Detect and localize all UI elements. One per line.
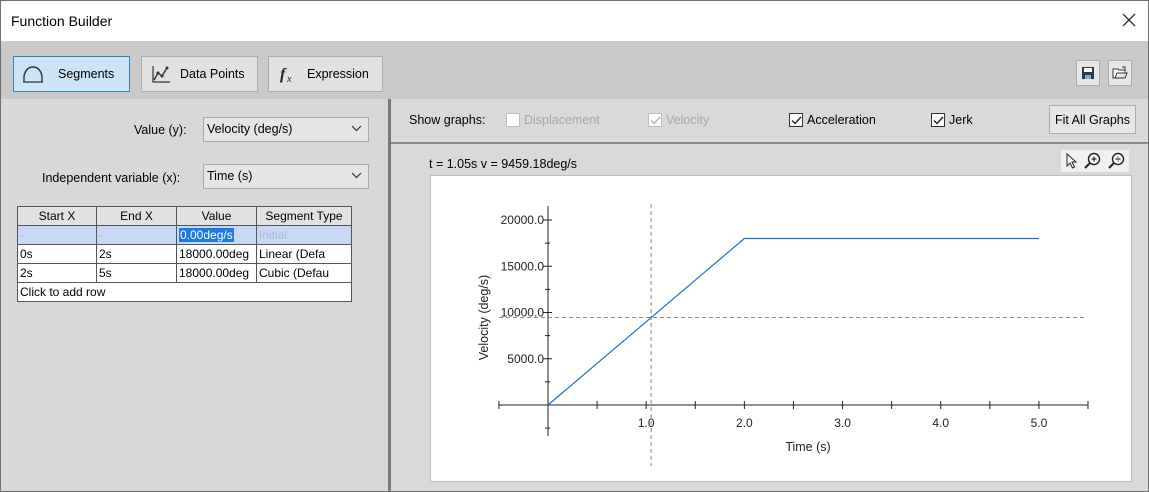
y-tick-label: 20000.0 <box>501 213 545 227</box>
close-icon <box>1122 13 1136 27</box>
fx-icon: fx <box>269 56 307 92</box>
chevron-down-icon <box>351 172 362 179</box>
acceleration-checkbox[interactable] <box>789 113 803 127</box>
graph-panel: Show graphs: Displacement Velocity Accel… <box>391 99 1148 491</box>
zoom-in-icon[interactable] <box>1084 152 1102 170</box>
x-tick-label: 1.0 <box>638 416 655 430</box>
expression-mode-button[interactable]: fx Expression <box>268 56 383 92</box>
segments-table: Start X End X Value Segment Type - - 0.0… <box>17 206 352 302</box>
displacement-checkbox <box>506 113 520 127</box>
segments-label: Segments <box>58 67 115 81</box>
svg-text:x: x <box>286 74 292 84</box>
x-tick-label: 2.0 <box>736 416 753 430</box>
title-bar: Function Builder <box>1 1 1148 41</box>
checkmark-icon <box>650 116 661 125</box>
add-row[interactable]: Click to add row <box>17 282 352 302</box>
acceleration-toggle[interactable]: Acceleration <box>789 109 876 131</box>
velocity-toggle: Velocity <box>648 109 709 131</box>
table-cell[interactable]: 2s <box>96 244 177 264</box>
mode-toolbar: Segments Data Points fx Expression <box>1 41 1148 99</box>
jerk-label: Jerk <box>949 113 973 127</box>
svg-text:f: f <box>280 66 287 83</box>
table-cell[interactable]: 18000.00deg <box>176 244 257 264</box>
chevron-down-icon <box>351 125 362 132</box>
table-cell[interactable]: - <box>96 225 177 245</box>
save-icon <box>1082 67 1094 79</box>
zoom-out-icon[interactable] <box>1108 152 1126 170</box>
table-cell[interactable]: Cubic (Defau <box>256 263 352 283</box>
data-points-mode-button[interactable]: Data Points <box>141 56 258 92</box>
independent-variable-dropdown[interactable]: Time (s) <box>203 164 369 189</box>
data-points-label: Data Points <box>180 67 245 81</box>
value-dropdown-text: Velocity (deg/s) <box>207 122 293 136</box>
table-cell[interactable]: 18000.00deg <box>176 263 257 283</box>
table-cell[interactable]: 5s <box>96 263 177 283</box>
segments-icon <box>14 56 52 92</box>
checkmark-icon <box>933 116 944 125</box>
velocity-label: Velocity <box>666 113 710 127</box>
function-builder-window: Function Builder Segments Data Points fx… <box>0 0 1149 492</box>
velocity-checkbox <box>648 113 662 127</box>
table-cell[interactable]: Linear (Defa <box>256 244 352 264</box>
table-row[interactable]: 0s 2s 18000.00deg Linear (Defa <box>17 244 352 264</box>
close-button[interactable] <box>1118 9 1140 31</box>
jerk-checkbox[interactable] <box>931 113 945 127</box>
table-cell[interactable]: 2s <box>17 263 97 283</box>
show-graphs-label: Show graphs: <box>409 113 486 127</box>
table-cell[interactable]: 0s <box>17 244 97 264</box>
open-button[interactable] <box>1108 60 1132 86</box>
table-cell[interactable]: - <box>17 225 97 245</box>
y-axis-label: Velocity (deg/s) <box>477 275 491 360</box>
value-dropdown[interactable]: Velocity (deg/s) <box>203 117 369 142</box>
velocity-series-line <box>547 237 1039 406</box>
pointer-icon[interactable] <box>1064 153 1078 169</box>
window-title: Function Builder <box>11 13 113 29</box>
velocity-chart: 5000.010000.015000.020000.01.0 2.0 3.0 4.0 5… <box>477 204 1089 466</box>
table-header-row: Start X End X Value Segment Type <box>17 206 352 226</box>
add-row-cell[interactable]: Click to add row <box>17 282 352 302</box>
column-header[interactable]: Segment Type <box>256 206 352 226</box>
column-header[interactable]: End X <box>96 206 177 226</box>
displacement-toggle: Displacement <box>506 109 600 131</box>
selected-value[interactable]: 0.00deg/s <box>179 228 234 242</box>
table-cell[interactable]: Initial <box>256 225 352 245</box>
x-axis-label: Time (s) <box>785 440 830 454</box>
jerk-toggle[interactable]: Jerk <box>931 109 973 131</box>
fit-all-graphs-button[interactable]: Fit All Graphs <box>1049 105 1136 134</box>
expression-label: Expression <box>307 67 369 81</box>
independent-variable-text: Time (s) <box>207 169 253 183</box>
segments-mode-button[interactable]: Segments <box>13 56 130 92</box>
x-tick-label: 4.0 <box>932 416 949 430</box>
y-tick-label: 5000.0 <box>507 352 544 366</box>
displacement-label: Displacement <box>524 113 600 127</box>
save-button[interactable] <box>1076 60 1100 86</box>
table-row[interactable]: 2s 5s 18000.00deg Cubic (Defau <box>17 263 352 283</box>
column-header[interactable]: Value <box>176 206 257 226</box>
checkmark-icon <box>791 116 802 125</box>
velocity-graph[interactable]: 5000.0 10000.0 15000.0 20000.0 1.0 2.0 3.0 4.0 5… <box>430 175 1132 482</box>
separator <box>391 142 1148 144</box>
cursor-readout: t = 1.05s v = 9459.18deg/s <box>429 157 578 171</box>
x-tick-label: 3.0 <box>834 416 851 430</box>
x-tick-label: 5.0 <box>1031 416 1048 430</box>
open-folder-icon <box>1112 66 1128 79</box>
graph-tools <box>1061 150 1129 172</box>
table-row[interactable]: - - 0.00deg/s Initial <box>17 225 352 245</box>
column-header[interactable]: Start X <box>17 206 97 226</box>
acceleration-label: Acceleration <box>807 113 876 127</box>
value-label: Value (y): <box>134 123 187 137</box>
independent-variable-label: Independent variable (x): <box>42 171 181 185</box>
segments-panel: Value (y): Velocity (deg/s) Independent … <box>1 99 388 491</box>
table-cell[interactable]: 0.00deg/s <box>176 225 257 245</box>
y-tick-label: 15000.0 <box>501 259 545 273</box>
data-points-icon <box>142 56 180 92</box>
